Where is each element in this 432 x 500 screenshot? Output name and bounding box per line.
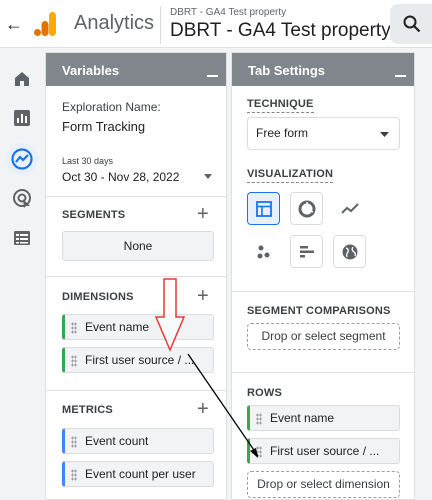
technique-value: Free form [256, 126, 309, 140]
variables-panel-header: Variables [46, 53, 226, 86]
drag-handle-icon[interactable] [256, 446, 262, 458]
analytics-logo-icon [34, 10, 58, 38]
home-icon[interactable] [10, 67, 34, 91]
header-divider [160, 6, 161, 44]
line-chart-icon [340, 202, 359, 214]
visualization-label: VISUALIZATION [247, 168, 334, 183]
drag-handle-icon[interactable] [71, 322, 77, 334]
technique-label: TECHNIQUE [247, 98, 314, 113]
reports-icon[interactable] [10, 106, 34, 130]
drag-handle-icon[interactable] [71, 355, 77, 367]
dimensions-label: DIMENSIONS [62, 291, 134, 303]
chevron-down-icon [380, 132, 389, 137]
row-chip-event-name[interactable]: Event name [247, 405, 400, 431]
visualization-label-wrap: VISUALIZATION [247, 168, 334, 183]
minimize-icon[interactable] [207, 75, 218, 77]
explore-icon[interactable] [10, 147, 34, 171]
row-chip-first-user-source[interactable]: First user source / ... [247, 438, 400, 464]
divider [46, 276, 226, 277]
date-range-value: Oct 30 - Nov 28, 2022 [62, 170, 180, 184]
dimension-chip-label: Event name [85, 320, 150, 334]
geo-map-icon [342, 244, 357, 259]
divider [232, 372, 414, 373]
viz-scatter-button[interactable] [247, 235, 280, 268]
app-name: Analytics [74, 12, 155, 34]
viz-donut-button[interactable] [290, 192, 323, 225]
top-bar: ← Analytics DBRT - GA4 Test property DBR… [0, 0, 432, 48]
chevron-down-icon [204, 174, 212, 179]
technique-select[interactable]: Free form [247, 117, 400, 150]
add-dimension-icon[interactable]: + [197, 286, 209, 306]
date-range-selector[interactable]: Oct 30 - Nov 28, 2022 [62, 170, 212, 188]
dimension-drop-zone[interactable]: Drop or select dimension [247, 471, 400, 498]
dimension-chip-event-name[interactable]: Event name [62, 314, 214, 340]
segments-label: SEGMENTS [62, 209, 126, 221]
technique-label-wrap: TECHNIQUE [247, 98, 314, 113]
divider [46, 390, 226, 391]
date-range-label: Last 30 days [62, 156, 114, 166]
bar-chart-icon [299, 245, 314, 257]
drag-handle-icon[interactable] [71, 436, 77, 448]
search-icon [403, 15, 421, 33]
tab-settings-title: Tab Settings [248, 63, 326, 78]
scatter-plot-icon [257, 245, 269, 258]
exploration-name-input[interactable]: Form Tracking [62, 119, 212, 134]
viz-line-button[interactable] [333, 192, 366, 225]
metric-chip-label: Event count per user [85, 467, 196, 481]
viz-geo-button[interactable] [333, 235, 366, 268]
tab-settings-panel: Tab Settings TECHNIQUE Free form VISUALI… [231, 52, 415, 500]
minimize-icon[interactable] [395, 75, 406, 77]
tab-settings-panel-header: Tab Settings [232, 53, 414, 86]
divider [46, 196, 226, 197]
metrics-label: METRICS [62, 404, 113, 416]
property-subtitle[interactable]: DBRT - GA4 Test property [170, 7, 286, 18]
variables-title: Variables [62, 63, 120, 78]
rows-label: ROWS [247, 387, 283, 399]
drag-handle-icon[interactable] [71, 469, 77, 481]
viz-table-button[interactable] [247, 192, 280, 225]
segment-comparisons-label: SEGMENT COMPARISONS [247, 305, 391, 317]
divider [232, 291, 414, 292]
add-segment-icon[interactable]: + [197, 204, 209, 224]
row-chip-label: Event name [270, 411, 335, 425]
dimension-chip-label: First user source / ... [85, 353, 195, 367]
metric-chip-label: Event count [85, 434, 149, 448]
dimension-chip-first-user-source[interactable]: First user source / ... [62, 347, 214, 373]
exploration-name-label: Exploration Name: [62, 100, 161, 114]
row-chip-label: First user source / ... [270, 444, 380, 458]
metric-chip-event-count[interactable]: Event count [62, 428, 214, 454]
add-metric-icon[interactable]: + [197, 399, 209, 419]
configure-icon[interactable] [10, 226, 34, 250]
metric-chip-event-count-per-user[interactable]: Event count per user [62, 461, 214, 487]
donut-chart-icon [298, 200, 315, 217]
segment-none[interactable]: None [62, 231, 214, 261]
viz-bar-button[interactable] [290, 235, 323, 268]
table-icon [255, 200, 272, 217]
segment-drop-zone[interactable]: Drop or select segment [247, 323, 400, 350]
advertising-icon[interactable] [10, 186, 34, 210]
back-arrow-icon[interactable]: ← [4, 14, 24, 34]
drag-handle-icon[interactable] [256, 413, 262, 425]
property-title[interactable]: DBRT - GA4 Test property [170, 20, 391, 42]
variables-panel: Variables Exploration Name: Form Trackin… [45, 52, 227, 500]
search-button[interactable] [390, 4, 432, 44]
